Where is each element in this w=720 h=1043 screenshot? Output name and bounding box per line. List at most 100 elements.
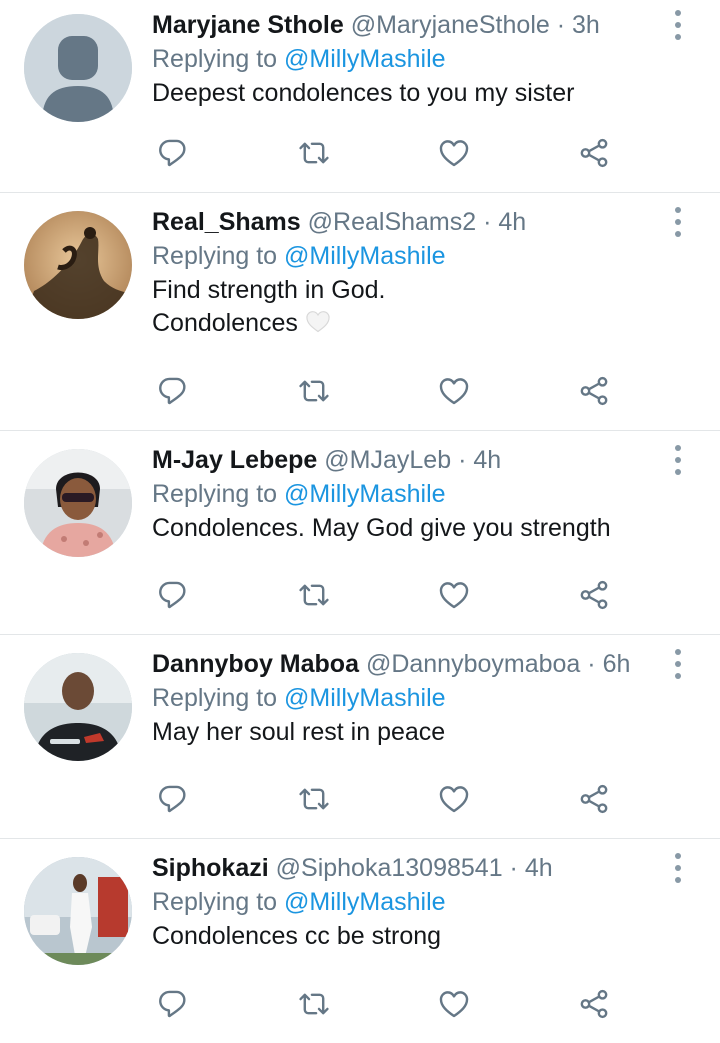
more-icon[interactable] bbox=[666, 853, 690, 883]
tweet-line: Deepest condolences to you my sister bbox=[152, 79, 575, 107]
like-icon bbox=[439, 378, 469, 405]
like-button[interactable] bbox=[437, 374, 471, 408]
retweet-button[interactable] bbox=[297, 136, 331, 170]
avatar[interactable] bbox=[24, 449, 132, 557]
avatar[interactable] bbox=[24, 211, 132, 319]
tweet[interactable]: M-Jay Lebepe @MJayLeb · 4h Replying to @… bbox=[0, 431, 720, 635]
retweet-button[interactable] bbox=[297, 578, 331, 612]
retweet-button[interactable] bbox=[297, 782, 331, 816]
tweet-line-with-emoji: Condolences bbox=[152, 307, 660, 343]
timestamp[interactable]: 4h bbox=[473, 446, 501, 474]
like-icon bbox=[439, 991, 469, 1018]
user-handle[interactable]: @Siphoka13098541 bbox=[276, 854, 503, 882]
reply-icon bbox=[159, 990, 186, 1018]
mention-link[interactable]: @MillyMashile bbox=[284, 45, 446, 73]
retweet-icon bbox=[299, 584, 329, 606]
user-handle[interactable]: @MaryjaneSthole bbox=[351, 11, 550, 39]
user-name[interactable]: Dannyboy Maboa bbox=[152, 650, 359, 678]
like-icon bbox=[439, 582, 469, 609]
more-icon[interactable] bbox=[666, 649, 690, 679]
like-button[interactable] bbox=[437, 987, 471, 1021]
timestamp[interactable]: 4h bbox=[498, 208, 526, 236]
timestamp[interactable]: 4h bbox=[525, 854, 553, 882]
user-name[interactable]: Real_Shams bbox=[152, 208, 301, 236]
tweet[interactable]: Dannyboy Maboa @Dannyboymaboa · 6h Reply… bbox=[0, 635, 720, 839]
user-handle[interactable]: @RealShams2 bbox=[308, 208, 477, 236]
retweet-button[interactable] bbox=[297, 987, 331, 1021]
like-button[interactable] bbox=[437, 136, 471, 170]
share-icon bbox=[580, 580, 608, 610]
tweet[interactable]: Maryjane Sthole @MaryjaneSthole · 3h Rep… bbox=[0, 0, 720, 193]
mention-link[interactable]: @MillyMashile bbox=[284, 888, 446, 916]
tweet-line: Find strength in God. bbox=[152, 276, 386, 304]
replying-prefix: Replying to bbox=[152, 888, 285, 916]
share-button[interactable] bbox=[577, 136, 611, 170]
tweet[interactable]: Real_Shams @RealShams2 · 4h Replying to … bbox=[0, 193, 720, 431]
replying-to: Replying to @MillyMashile bbox=[152, 885, 660, 919]
mention-link[interactable]: @MillyMashile bbox=[284, 242, 446, 270]
separator: · bbox=[556, 11, 566, 39]
reply-icon bbox=[159, 377, 186, 405]
timestamp[interactable]: 3h bbox=[572, 11, 600, 39]
user-handle[interactable]: @Dannyboymaboa bbox=[366, 650, 580, 678]
retweet-button[interactable] bbox=[297, 374, 331, 408]
share-button[interactable] bbox=[577, 782, 611, 816]
retweet-icon bbox=[299, 142, 329, 164]
mention-link[interactable]: @MillyMashile bbox=[284, 684, 446, 712]
like-icon bbox=[439, 786, 469, 813]
replying-to: Replying to @MillyMashile bbox=[152, 42, 660, 76]
separator: · bbox=[483, 208, 492, 236]
user-name[interactable]: Siphokazi bbox=[152, 854, 269, 882]
avatar[interactable] bbox=[24, 14, 132, 122]
mention-link[interactable]: @MillyMashile bbox=[284, 480, 446, 508]
separator: · bbox=[587, 650, 596, 678]
reply-button[interactable] bbox=[156, 782, 190, 816]
like-button[interactable] bbox=[437, 578, 471, 612]
action-bar bbox=[152, 136, 720, 170]
like-button[interactable] bbox=[437, 782, 471, 816]
tweet-line: May her soul rest in peace bbox=[152, 718, 446, 746]
share-button[interactable] bbox=[577, 578, 611, 612]
like-icon bbox=[439, 140, 469, 167]
tweet-text: Deepest condolences to you my sister bbox=[152, 77, 660, 110]
share-button[interactable] bbox=[577, 987, 611, 1021]
replying-prefix: Replying to bbox=[152, 480, 285, 508]
avatar[interactable] bbox=[24, 857, 132, 965]
reply-icon bbox=[159, 139, 186, 167]
tweet[interactable]: Siphokazi @Siphoka13098541 · 4h Replying… bbox=[0, 839, 720, 1043]
more-icon[interactable] bbox=[666, 207, 690, 237]
timestamp[interactable]: 6h bbox=[603, 650, 631, 678]
tweet-text: Condolences cc be strong bbox=[152, 920, 660, 953]
replying-to: Replying to @MillyMashile bbox=[152, 477, 660, 511]
action-bar bbox=[152, 578, 720, 612]
replying-prefix: Replying to bbox=[152, 242, 285, 270]
replying-to: Replying to @MillyMashile bbox=[152, 681, 660, 715]
replying-to: Replying to @MillyMashile bbox=[152, 239, 660, 273]
action-bar bbox=[152, 987, 720, 1021]
action-bar bbox=[152, 782, 720, 816]
share-icon bbox=[580, 989, 608, 1019]
share-icon bbox=[580, 138, 608, 168]
action-bar bbox=[152, 374, 720, 408]
tweet-line: Condolences. May God give you strength bbox=[152, 514, 611, 542]
user-handle[interactable]: @MJayLeb bbox=[324, 446, 451, 474]
user-name[interactable]: Maryjane Sthole bbox=[152, 11, 344, 39]
user-name[interactable]: M-Jay Lebepe bbox=[152, 446, 317, 474]
tweet-text: Condolences. May God give you strength bbox=[152, 512, 660, 545]
tweet-line: Condolences cc be strong bbox=[152, 922, 442, 950]
share-button[interactable] bbox=[577, 374, 611, 408]
retweet-icon bbox=[299, 993, 329, 1015]
reply-button[interactable] bbox=[156, 136, 190, 170]
avatar[interactable] bbox=[24, 653, 132, 761]
separator: · bbox=[509, 854, 518, 882]
replying-prefix: Replying to bbox=[152, 684, 285, 712]
tweet-text: Find strength in God. Condolences bbox=[152, 274, 660, 343]
tweet-line: Condolences bbox=[152, 309, 298, 337]
more-icon[interactable] bbox=[666, 445, 690, 475]
reply-button[interactable] bbox=[156, 578, 190, 612]
more-icon[interactable] bbox=[666, 10, 690, 40]
tweet-text: May her soul rest in peace bbox=[152, 716, 660, 749]
share-icon bbox=[580, 784, 608, 814]
reply-button[interactable] bbox=[156, 374, 190, 408]
reply-button[interactable] bbox=[156, 987, 190, 1021]
